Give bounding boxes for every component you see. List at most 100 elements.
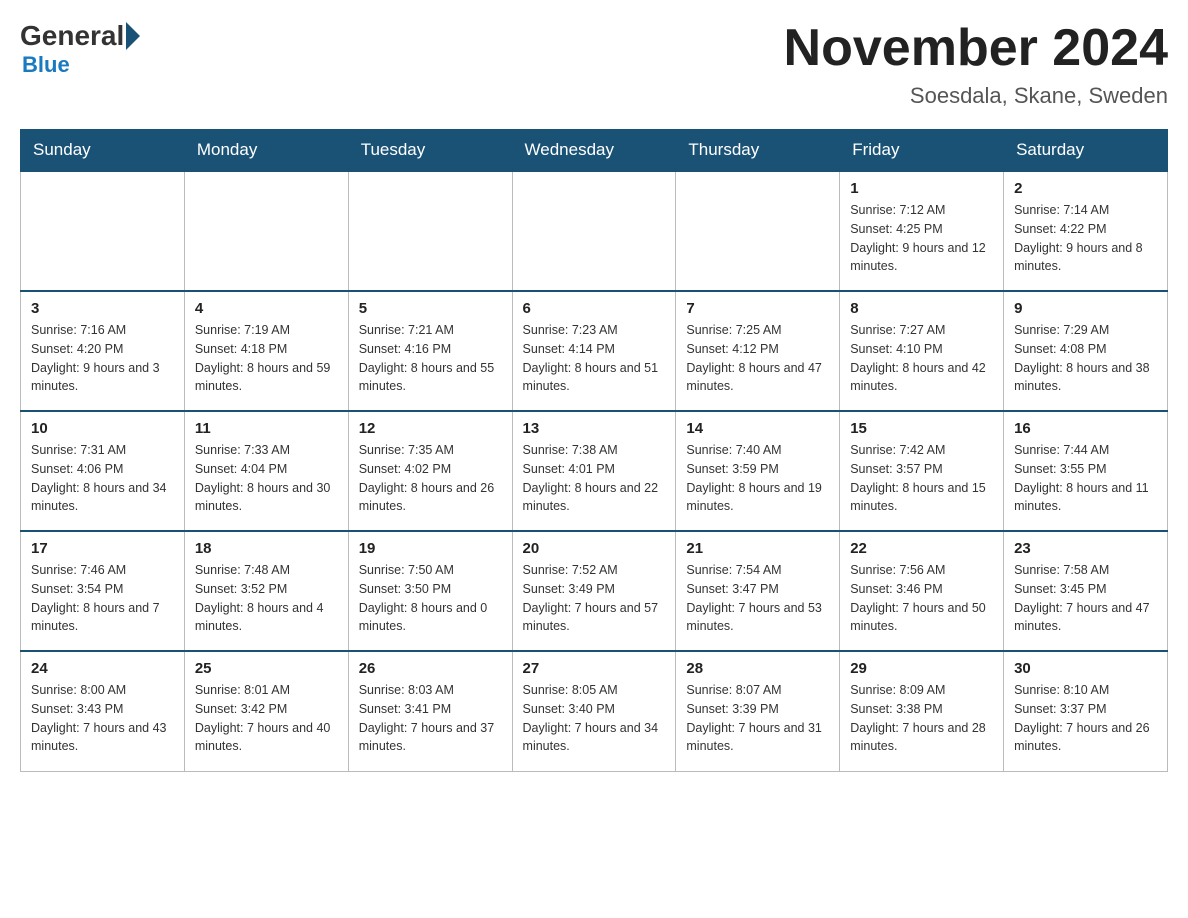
day-number: 28 [686,660,829,677]
day-number: 2 [1014,180,1157,197]
day-info: Sunrise: 7:40 AMSunset: 3:59 PMDaylight:… [686,441,829,516]
table-row: 25Sunrise: 8:01 AMSunset: 3:42 PMDayligh… [184,651,348,771]
table-row [676,171,840,291]
table-row: 17 Sunrise: 7:46 AMSunset: 3:54 PMDayligh… [21,531,185,651]
table-row: 10 Sunrise: 7:31 AMSunset: 4:06 PMDayligh… [21,411,185,531]
table-row: 9 Sunrise: 7:29 AMSunset: 4:08 PMDaylight… [1004,291,1168,411]
day-number: 17 [31,540,174,557]
day-number: 1 [850,180,993,197]
calendar-week-row-2: 3 Sunrise: 7:16 AMSunset: 4:20 PMDaylight… [21,291,1168,411]
day-number: 7 [686,300,829,317]
day-number: 23 [1014,540,1157,557]
table-row: 27 Sunrise: 8:05 AMSunset: 3:40 PMDayligh… [512,651,676,771]
day-number: 3 [31,300,174,317]
table-row: 5 Sunrise: 7:21 AMSunset: 4:16 PMDaylight… [348,291,512,411]
day-info: Sunrise: 8:05 AMSunset: 3:40 PMDaylight:… [523,681,666,756]
table-row: 18Sunrise: 7:48 AMSunset: 3:52 PMDayligh… [184,531,348,651]
table-row: 14 Sunrise: 7:40 AMSunset: 3:59 PMDayligh… [676,411,840,531]
day-info: Sunrise: 7:50 AMSunset: 3:50 PMDaylight:… [359,561,502,636]
day-info: Sunrise: 7:38 AMSunset: 4:01 PMDaylight:… [523,441,666,516]
day-number: 29 [850,660,993,677]
day-info: Sunrise: 7:42 AMSunset: 3:57 PMDaylight:… [850,441,993,516]
header-monday: Monday [184,130,348,172]
table-row: 29Sunrise: 8:09 AMSunset: 3:38 PMDayligh… [840,651,1004,771]
table-row: 6Sunrise: 7:23 AMSunset: 4:14 PMDaylight… [512,291,676,411]
day-number: 13 [523,420,666,437]
calendar-week-row-5: 24Sunrise: 8:00 AMSunset: 3:43 PMDayligh… [21,651,1168,771]
header-thursday: Thursday [676,130,840,172]
calendar-week-row-1: 1 Sunrise: 7:12 AMSunset: 4:25 PMDaylight… [21,171,1168,291]
day-info: Sunrise: 8:10 AMSunset: 3:37 PMDaylight:… [1014,681,1157,756]
table-row: 13 Sunrise: 7:38 AMSunset: 4:01 PMDayligh… [512,411,676,531]
day-info: Sunrise: 7:46 AMSunset: 3:54 PMDaylight:… [31,561,174,636]
day-info: Sunrise: 7:58 AMSunset: 3:45 PMDaylight:… [1014,561,1157,636]
table-row: 12 Sunrise: 7:35 AMSunset: 4:02 PMDayligh… [348,411,512,531]
logo[interactable]: General Blue [20,20,142,78]
day-info: Sunrise: 7:33 AMSunset: 4:04 PMDaylight:… [195,441,338,516]
day-info: Sunrise: 7:52 AMSunset: 3:49 PMDaylight:… [523,561,666,636]
header-saturday: Saturday [1004,130,1168,172]
table-row: 2 Sunrise: 7:14 AMSunset: 4:22 PMDaylight… [1004,171,1168,291]
day-number: 10 [31,420,174,437]
day-info: Sunrise: 7:19 AMSunset: 4:18 PMDaylight:… [195,321,338,396]
table-row: 23 Sunrise: 7:58 AMSunset: 3:45 PMDayligh… [1004,531,1168,651]
day-info: Sunrise: 7:12 AMSunset: 4:25 PMDaylight:… [850,201,993,276]
day-info: Sunrise: 7:16 AMSunset: 4:20 PMDaylight:… [31,321,174,396]
day-info: Sunrise: 7:56 AMSunset: 3:46 PMDaylight:… [850,561,993,636]
logo-arrow-icon [126,22,140,50]
day-number: 27 [523,660,666,677]
day-number: 9 [1014,300,1157,317]
table-row: 30 Sunrise: 8:10 AMSunset: 3:37 PMDayligh… [1004,651,1168,771]
table-row: 8 Sunrise: 7:27 AMSunset: 4:10 PMDaylight… [840,291,1004,411]
day-info: Sunrise: 7:27 AMSunset: 4:10 PMDaylight:… [850,321,993,396]
day-info: Sunrise: 7:23 AMSunset: 4:14 PMDaylight:… [523,321,666,396]
table-row: 11 Sunrise: 7:33 AMSunset: 4:04 PMDayligh… [184,411,348,531]
day-info: Sunrise: 7:25 AMSunset: 4:12 PMDaylight:… [686,321,829,396]
day-number: 12 [359,420,502,437]
table-row: 28Sunrise: 8:07 AMSunset: 3:39 PMDayligh… [676,651,840,771]
header-sunday: Sunday [21,130,185,172]
table-row: 15Sunrise: 7:42 AMSunset: 3:57 PMDayligh… [840,411,1004,531]
table-row: 26 Sunrise: 8:03 AMSunset: 3:41 PMDayligh… [348,651,512,771]
day-info: Sunrise: 7:29 AMSunset: 4:08 PMDaylight:… [1014,321,1157,396]
day-number: 19 [359,540,502,557]
month-title: November 2024 [784,20,1168,77]
day-info: Sunrise: 7:35 AMSunset: 4:02 PMDaylight:… [359,441,502,516]
day-number: 11 [195,420,338,437]
table-row: 16Sunrise: 7:44 AMSunset: 3:55 PMDayligh… [1004,411,1168,531]
day-info: Sunrise: 7:31 AMSunset: 4:06 PMDaylight:… [31,441,174,516]
header-friday: Friday [840,130,1004,172]
calendar-week-row-4: 17 Sunrise: 7:46 AMSunset: 3:54 PMDayligh… [21,531,1168,651]
day-number: 22 [850,540,993,557]
calendar-week-row-3: 10 Sunrise: 7:31 AMSunset: 4:06 PMDayligh… [21,411,1168,531]
day-number: 5 [359,300,502,317]
table-row [184,171,348,291]
day-info: Sunrise: 7:14 AMSunset: 4:22 PMDaylight:… [1014,201,1157,276]
table-row: 22 Sunrise: 7:56 AMSunset: 3:46 PMDayligh… [840,531,1004,651]
day-info: Sunrise: 7:21 AMSunset: 4:16 PMDaylight:… [359,321,502,396]
table-row: 4 Sunrise: 7:19 AMSunset: 4:18 PMDaylight… [184,291,348,411]
header-tuesday: Tuesday [348,130,512,172]
day-number: 4 [195,300,338,317]
table-row [348,171,512,291]
day-info: Sunrise: 7:54 AMSunset: 3:47 PMDaylight:… [686,561,829,636]
day-number: 26 [359,660,502,677]
day-info: Sunrise: 8:03 AMSunset: 3:41 PMDaylight:… [359,681,502,756]
table-row: 7 Sunrise: 7:25 AMSunset: 4:12 PMDaylight… [676,291,840,411]
calendar-table: Sunday Monday Tuesday Wednesday Thursday… [20,129,1168,772]
title-section: November 2024 Soesdala, Skane, Sweden [784,20,1168,109]
day-number: 25 [195,660,338,677]
logo-general-text: General [20,20,124,52]
table-row: 1 Sunrise: 7:12 AMSunset: 4:25 PMDaylight… [840,171,1004,291]
day-number: 8 [850,300,993,317]
day-number: 21 [686,540,829,557]
table-row [21,171,185,291]
header-wednesday: Wednesday [512,130,676,172]
location-title: Soesdala, Skane, Sweden [784,83,1168,109]
table-row [512,171,676,291]
day-number: 30 [1014,660,1157,677]
calendar-header-row: Sunday Monday Tuesday Wednesday Thursday… [21,130,1168,172]
day-number: 20 [523,540,666,557]
day-number: 14 [686,420,829,437]
table-row: 19 Sunrise: 7:50 AMSunset: 3:50 PMDayligh… [348,531,512,651]
